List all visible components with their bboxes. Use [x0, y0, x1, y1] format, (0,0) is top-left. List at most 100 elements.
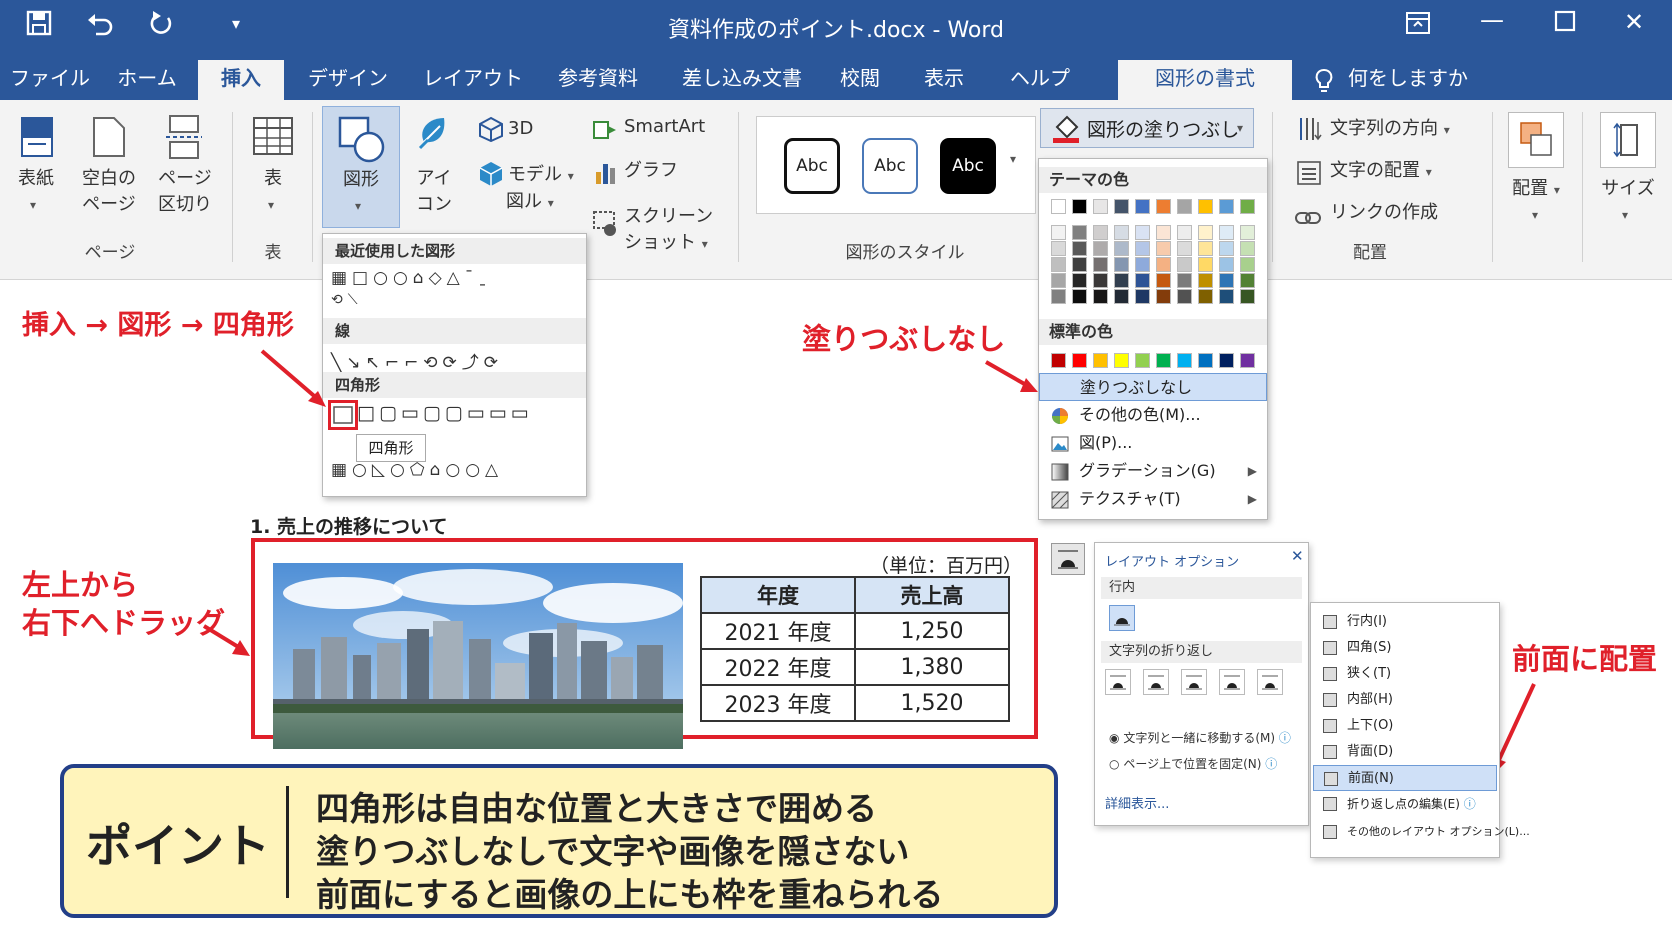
close-icon[interactable]: ✕	[1291, 547, 1304, 565]
theme-shade-swatch[interactable]	[1135, 273, 1150, 288]
table-button[interactable]: 表	[246, 166, 300, 192]
theme-color-swatch[interactable]	[1240, 199, 1255, 214]
see-more-link[interactable]: 詳細表示...	[1105, 793, 1169, 812]
3d-button[interactable]: 3D	[508, 116, 533, 142]
more-layout-options[interactable]: その他のレイアウト オプション(L)...	[1313, 819, 1530, 845]
text-direction-button[interactable]: 文字列の方向 ▾	[1330, 116, 1450, 143]
standard-color-swatch[interactable]	[1135, 353, 1150, 368]
screenshot-button[interactable]: スクリーン ショット ▾	[624, 204, 713, 257]
standard-color-swatch[interactable]	[1051, 353, 1066, 368]
style-sample-black-fill[interactable]: Abc	[940, 138, 996, 194]
standard-color-swatch[interactable]	[1114, 353, 1129, 368]
theme-color-swatch[interactable]	[1051, 199, 1066, 214]
tab-help[interactable]: ヘルプ	[1000, 60, 1080, 100]
layout-options-button[interactable]	[1051, 543, 1085, 575]
theme-shade-swatch[interactable]	[1051, 257, 1066, 272]
theme-color-swatch[interactable]	[1135, 199, 1150, 214]
theme-shade-swatch[interactable]	[1198, 257, 1213, 272]
standard-color-swatch[interactable]	[1177, 353, 1192, 368]
wrap-inline-option[interactable]: 行内(I)	[1313, 609, 1497, 635]
theme-shade-swatch[interactable]	[1156, 225, 1171, 240]
gradient-option[interactable]: グラデーション(G) ▶	[1039, 457, 1267, 485]
theme-shade-swatch[interactable]	[1177, 257, 1192, 272]
tab-insert[interactable]: 挿入	[198, 60, 284, 100]
wrap-option-icon[interactable]	[1257, 669, 1283, 695]
tab-shape-format[interactable]: 図形の書式	[1118, 60, 1292, 100]
tab-view[interactable]: 表示	[914, 60, 974, 100]
gallery-more-icon[interactable]: ▾	[1010, 152, 1016, 166]
cover-page-button[interactable]: 表紙	[6, 166, 66, 192]
theme-shade-swatch[interactable]	[1051, 289, 1066, 304]
theme-color-swatch[interactable]	[1177, 199, 1192, 214]
tab-review[interactable]: 校閲	[830, 60, 890, 100]
theme-shade-swatch[interactable]	[1051, 241, 1066, 256]
tab-file[interactable]: ファイル	[10, 60, 90, 100]
wrap-square-option[interactable]: 四角(S)	[1313, 635, 1497, 661]
style-sample-black-outline[interactable]: Abc	[784, 138, 840, 194]
create-link-button[interactable]: リンクの作成	[1330, 200, 1438, 226]
standard-color-swatch[interactable]	[1198, 353, 1213, 368]
theme-shade-swatch[interactable]	[1093, 225, 1108, 240]
theme-shade-swatch[interactable]	[1240, 241, 1255, 256]
theme-shade-swatch[interactable]	[1051, 225, 1066, 240]
line-shapes-row[interactable]: ╲↘↖⌐⌐⟲⟳⤴⟳	[331, 348, 503, 373]
theme-shade-swatch[interactable]	[1072, 273, 1087, 288]
no-fill-option[interactable]: 塗りつぶしなし	[1039, 373, 1267, 401]
standard-color-swatch[interactable]	[1093, 353, 1108, 368]
theme-shade-swatch[interactable]	[1135, 225, 1150, 240]
wrap-option-icon[interactable]	[1181, 669, 1207, 695]
wrap-behind-option[interactable]: 背面(D)	[1313, 739, 1497, 765]
theme-shade-swatch[interactable]	[1219, 273, 1234, 288]
wrap-top-bottom-option[interactable]: 上下(O)	[1313, 713, 1497, 739]
picture-fill-option[interactable]: 図(P)...	[1039, 429, 1267, 457]
size-button[interactable]: サイズ	[1596, 176, 1660, 202]
chart-button[interactable]: グラフ	[624, 158, 678, 184]
theme-shade-swatch[interactable]	[1219, 225, 1234, 240]
recent-shapes-row[interactable]: ⟲⟍	[331, 292, 363, 308]
smartart-button[interactable]: SmartArt	[624, 114, 705, 140]
minimize-icon[interactable]: —	[1480, 6, 1504, 34]
wrap-option-icon[interactable]	[1105, 669, 1131, 695]
theme-shade-swatch[interactable]	[1114, 225, 1129, 240]
style-sample-blue-outline[interactable]: Abc	[862, 138, 918, 194]
theme-shade-swatch[interactable]	[1135, 257, 1150, 272]
theme-shade-swatch[interactable]	[1093, 289, 1108, 304]
theme-shade-swatch[interactable]	[1219, 289, 1234, 304]
wrap-in-front-option[interactable]: 前面(N)	[1313, 765, 1497, 791]
theme-color-swatch[interactable]	[1093, 199, 1108, 214]
recent-shapes-row[interactable]: ▦□○○⌂◇△ˉˍ	[331, 268, 492, 288]
theme-color-swatch[interactable]	[1219, 199, 1234, 214]
standard-color-swatch[interactable]	[1219, 353, 1234, 368]
theme-shade-swatch[interactable]	[1177, 225, 1192, 240]
theme-shade-swatch[interactable]	[1093, 241, 1108, 256]
maximize-icon[interactable]	[1554, 10, 1576, 38]
tab-layout[interactable]: レイアウト	[418, 60, 528, 100]
theme-shade-swatch[interactable]	[1135, 289, 1150, 304]
theme-color-swatch[interactable]	[1114, 199, 1129, 214]
theme-shade-swatch[interactable]	[1072, 289, 1087, 304]
standard-color-swatch[interactable]	[1240, 353, 1255, 368]
arrange-button[interactable]: 配置 ▾	[1504, 176, 1568, 203]
page-break-button[interactable]: ページ 区切り	[150, 166, 220, 218]
tab-references[interactable]: 参考資料	[548, 60, 648, 100]
theme-color-swatch[interactable]	[1198, 199, 1213, 214]
edit-wrap-points-option[interactable]: 折り返し点の編集(E) ⓘ	[1313, 791, 1497, 817]
theme-shade-swatch[interactable]	[1240, 257, 1255, 272]
inline-layout-option[interactable]	[1109, 605, 1135, 631]
shapes-button[interactable]: 図形 ▾	[322, 106, 400, 228]
standard-color-swatch[interactable]	[1072, 353, 1087, 368]
wrap-option-icon[interactable]	[1219, 669, 1245, 695]
fix-position-radio[interactable]: ○ ページ上で位置を固定(N) ⓘ	[1109, 755, 1277, 772]
tab-mailings[interactable]: 差し込み文書	[674, 60, 810, 100]
theme-shade-swatch[interactable]	[1177, 241, 1192, 256]
theme-shade-swatch[interactable]	[1198, 273, 1213, 288]
move-with-text-radio[interactable]: ◉ 文字列と一緒に移動する(M) ⓘ	[1109, 729, 1291, 746]
theme-shade-swatch[interactable]	[1093, 273, 1108, 288]
theme-shade-swatch[interactable]	[1198, 289, 1213, 304]
3d-model-button[interactable]: モデル ▾ 図ル ▾	[506, 162, 574, 216]
theme-shade-swatch[interactable]	[1156, 241, 1171, 256]
wrap-option-icon[interactable]	[1143, 669, 1169, 695]
theme-shade-swatch[interactable]	[1135, 241, 1150, 256]
theme-shade-swatch[interactable]	[1072, 257, 1087, 272]
theme-shade-swatch[interactable]	[1114, 273, 1129, 288]
